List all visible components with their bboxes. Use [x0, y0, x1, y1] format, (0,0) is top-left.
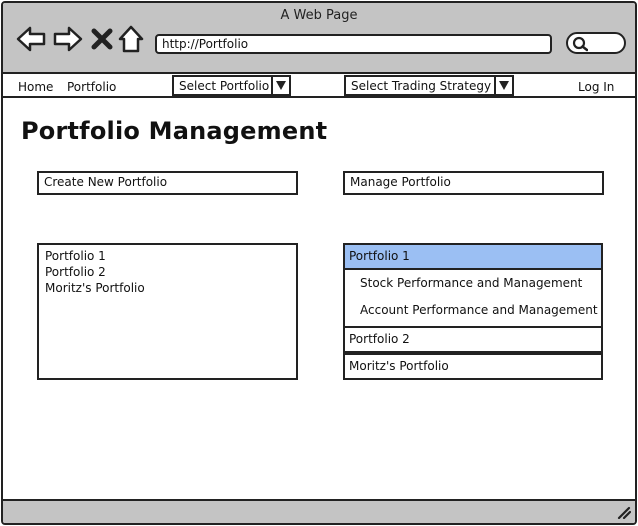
forward-arrow-icon[interactable]	[52, 23, 84, 55]
status-bar	[3, 499, 635, 523]
url-input[interactable]: http://Portfolio	[155, 34, 552, 54]
browser-window: A Web Page http://Portfolio Home Portfol…	[1, 1, 637, 525]
search-icon	[572, 36, 588, 52]
accordion-subitem-account-performance[interactable]: Account Performance and Management	[345, 297, 601, 324]
create-new-portfolio-button[interactable]: Create New Portfolio	[37, 171, 298, 195]
select-portfolio-dropdown[interactable]: Select Portfolio	[172, 75, 291, 96]
home-icon[interactable]	[117, 23, 145, 55]
list-item[interactable]: Moritz's Portfolio	[45, 280, 290, 296]
manage-portfolio-button[interactable]: Manage Portfolio	[343, 171, 604, 195]
select-trading-strategy-dropdown[interactable]: Select Trading Strategy	[344, 75, 514, 96]
menu-home-link[interactable]: Home	[18, 80, 53, 94]
accordion-subitem-stock-performance[interactable]: Stock Performance and Management	[345, 270, 601, 297]
dropdown-arrow-icon[interactable]	[271, 75, 291, 96]
window-title: A Web Page	[280, 8, 358, 23]
accordion-header-moritz-portfolio[interactable]: Moritz's Portfolio	[343, 353, 603, 380]
accordion-panel-portfolio-1: Stock Performance and Management Account…	[343, 270, 603, 326]
resize-grip-icon[interactable]	[615, 505, 631, 519]
accordion-header-portfolio-2[interactable]: Portfolio 2	[343, 326, 603, 353]
browser-search-field[interactable]	[566, 32, 626, 54]
portfolio-accordion: Portfolio 1 Stock Performance and Manage…	[343, 243, 603, 380]
accordion-header-portfolio-1[interactable]: Portfolio 1	[343, 243, 603, 270]
login-link[interactable]: Log In	[578, 80, 614, 94]
page-title: Portfolio Management	[21, 117, 328, 145]
list-item[interactable]: Portfolio 1	[45, 248, 290, 264]
list-item[interactable]: Portfolio 2	[45, 264, 290, 280]
back-arrow-icon[interactable]	[15, 23, 47, 55]
portfolio-listbox[interactable]: Portfolio 1 Portfolio 2 Moritz's Portfol…	[37, 243, 298, 380]
dropdown-arrow-icon[interactable]	[494, 75, 514, 96]
top-menubar: Home Portfolio Select Portfolio Select T…	[3, 74, 635, 98]
select-portfolio-label: Select Portfolio	[179, 79, 270, 93]
menu-portfolio-link[interactable]: Portfolio	[67, 80, 116, 94]
browser-titlebar: A Web Page http://Portfolio	[3, 3, 635, 74]
select-trading-strategy-label: Select Trading Strategy	[351, 79, 492, 93]
close-x-icon[interactable]	[89, 23, 115, 55]
